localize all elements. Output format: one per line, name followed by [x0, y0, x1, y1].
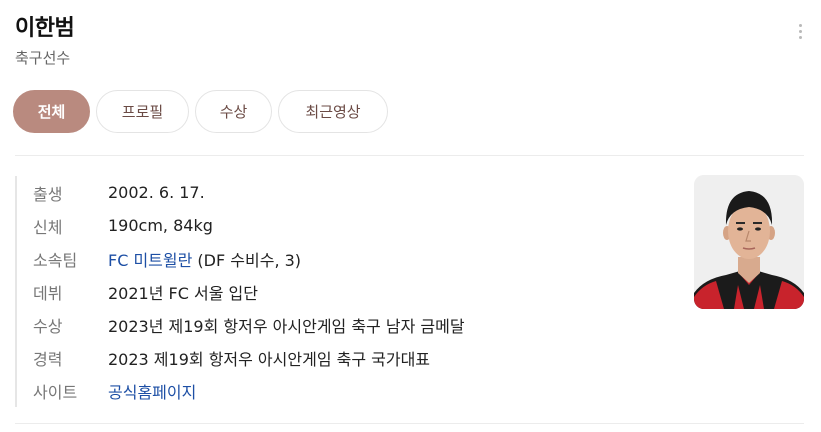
info-label: 사이트 [33, 382, 78, 402]
person-occupation: 축구선수 [15, 49, 71, 67]
info-row-debut: 데뷔 2021년 FC 서울 입단 [33, 275, 465, 308]
info-label: 데뷔 [33, 283, 63, 303]
info-row-birth: 출생 2002. 6. 17. [33, 176, 465, 209]
team-value: FC 미트윌란 (DF 수비수, 3) [108, 247, 301, 271]
tab-profile[interactable]: 프로필 [96, 90, 189, 133]
info-label: 수상 [33, 316, 63, 336]
official-site-link[interactable]: 공식홈페이지 [108, 379, 196, 403]
birth-date: 2002. 6. 17. [108, 183, 205, 202]
tab-bar: 전체 프로필 수상 최근영상 [13, 90, 388, 133]
player-portrait-illustration [694, 175, 804, 309]
career-value: 2023 제19회 항저우 아시안게임 축구 국가대표 [108, 349, 431, 369]
award-value: 2023년 제19회 항저우 아시안게임 축구 남자 금메달 [108, 316, 465, 336]
info-row-site: 사이트 공식홈페이지 [33, 374, 465, 407]
profile-info-list: 출생 2002. 6. 17. 신체 190cm, 84kg 소속팀 FC 미트… [15, 176, 465, 407]
person-name: 이한범 [15, 16, 75, 41]
info-label: 신체 [33, 217, 63, 237]
tab-awards[interactable]: 수상 [195, 90, 272, 133]
info-label: 경력 [33, 349, 63, 369]
tab-all[interactable]: 전체 [13, 90, 90, 133]
section-divider [15, 155, 804, 156]
more-options-icon[interactable] [792, 24, 808, 44]
position-detail: (DF 수비수, 3) [192, 250, 302, 270]
player-photo[interactable] [694, 175, 804, 309]
tab-recent-videos[interactable]: 최근영상 [278, 90, 388, 133]
profile-header: 이한범 축구선수 [15, 14, 75, 68]
info-row-body: 신체 190cm, 84kg [33, 209, 465, 242]
info-label: 소속팀 [33, 250, 78, 270]
debut-value: 2021년 FC 서울 입단 [108, 283, 258, 303]
body-size: 190cm, 84kg [108, 216, 213, 235]
info-row-award: 수상 2023년 제19회 항저우 아시안게임 축구 남자 금메달 [33, 308, 465, 341]
section-divider [15, 423, 804, 424]
team-link[interactable]: FC 미트윌란 [108, 251, 192, 270]
info-label: 출생 [33, 184, 63, 204]
info-row-career: 경력 2023 제19회 항저우 아시안게임 축구 국가대표 [33, 341, 465, 374]
info-row-team: 소속팀 FC 미트윌란 (DF 수비수, 3) [33, 242, 465, 275]
